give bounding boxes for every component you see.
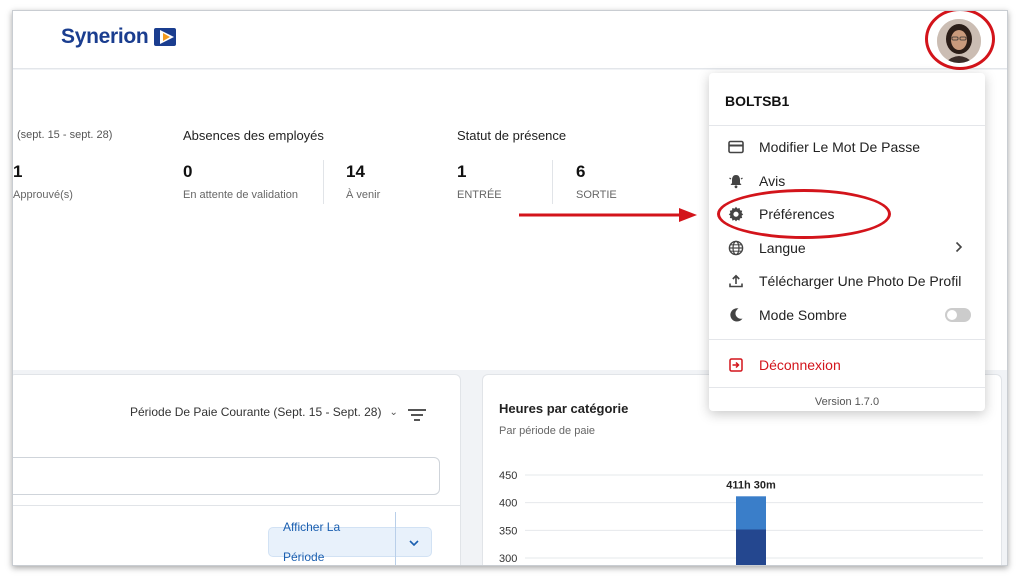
menu-item-label: Mode Sombre (759, 307, 847, 323)
menu-divider (709, 387, 985, 388)
user-menu: BOLTSB1 Modifier Le Mot De Passe Avis Pr… (709, 73, 985, 411)
brand-name: Synerion (61, 25, 149, 48)
menu-divider (709, 339, 985, 340)
chevron-down-icon[interactable] (396, 535, 431, 549)
search-input[interactable] (13, 457, 440, 495)
avatar-highlight-annotation (925, 11, 995, 70)
absences-title: Absences des employés (183, 128, 324, 143)
menu-item-label: Télécharger Une Photo De Profil (759, 273, 962, 289)
y-tick-label: 400 (499, 498, 517, 510)
show-period-button[interactable]: Afficher La Période (269, 512, 397, 565)
chevron-down-icon: ⌄ (389, 406, 398, 418)
menu-item-upload-photo[interactable]: Télécharger Une Photo De Profil (709, 265, 985, 297)
out-count: 6 (576, 162, 586, 181)
dark-mode-toggle[interactable] (945, 308, 971, 322)
credit-card-icon (727, 138, 745, 156)
in-label: ENTRÉE (457, 189, 502, 201)
menu-item-label: Déconnexion (759, 357, 841, 373)
stat-divider (323, 160, 324, 204)
upcoming-label: À venir (346, 189, 381, 201)
presence-title: Statut de présence (457, 128, 567, 143)
bar-segment-lower[interactable] (736, 529, 766, 566)
pending-count: 0 (183, 162, 193, 181)
period-dropdown[interactable]: Période De Paie Courante (Sept. 15 - Sep… (130, 405, 398, 419)
pending-label: En attente de validation (183, 189, 298, 201)
timesheet-panel: Période De Paie Courante (Sept. 15 - Sep… (13, 374, 461, 565)
menu-item-language[interactable]: Langue (709, 232, 985, 264)
menu-item-logout[interactable]: Déconnexion (709, 349, 985, 381)
menu-username: BOLTSB1 (725, 93, 790, 109)
bar-segment-upper[interactable] (736, 496, 766, 530)
app-version: Version 1.7.0 (814, 396, 880, 408)
approved-label: Approuvé(s) (13, 189, 73, 201)
top-bar: Synerion (13, 11, 1007, 70)
preferences-highlight-annotation (717, 189, 891, 239)
approved-count: 1 (13, 162, 23, 181)
y-tick-label: 300 (499, 553, 517, 565)
y-tick-label: 350 (499, 525, 517, 537)
menu-divider (709, 125, 985, 126)
filter-icon[interactable] (408, 408, 426, 422)
upcoming-count: 14 (346, 162, 365, 181)
app-window: Synerion (sept. 15 - sept. 28) 1 Approuv… (12, 10, 1008, 566)
brand-mark-icon (154, 27, 178, 47)
globe-icon (727, 239, 745, 257)
upload-icon (727, 272, 745, 290)
show-period-split-button[interactable]: Afficher La Période (268, 512, 432, 565)
menu-item-label: Avis (759, 173, 786, 189)
stat-divider (552, 160, 553, 204)
panel-divider (13, 505, 460, 506)
in-count: 1 (457, 162, 467, 181)
menu-item-dark-mode[interactable]: Mode Sombre (709, 299, 985, 331)
period-dropdown-value: Période De Paie Courante (Sept. 15 - Sep… (130, 405, 382, 419)
menu-item-change-password[interactable]: Modifier Le Mot De Passe (709, 131, 985, 163)
bell-icon (727, 172, 745, 190)
out-label: SORTIE (576, 189, 617, 201)
menu-item-label: Langue (759, 240, 806, 256)
brand-logo[interactable]: Synerion (61, 25, 178, 49)
moon-icon (727, 306, 745, 324)
arrow-annotation (519, 208, 697, 222)
y-tick-label: 450 (499, 470, 517, 482)
menu-item-label: Modifier Le Mot De Passe (759, 139, 921, 155)
period-range: (sept. 15 - sept. 28) (17, 129, 113, 141)
logout-icon (727, 356, 745, 374)
chevron-right-icon (955, 240, 963, 258)
bar-total-label: 411h 30m (726, 479, 776, 491)
